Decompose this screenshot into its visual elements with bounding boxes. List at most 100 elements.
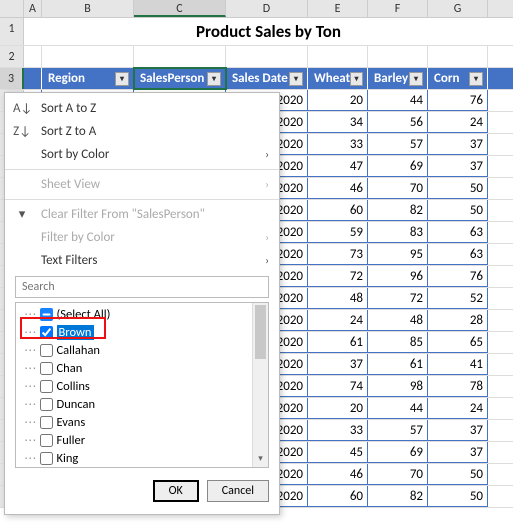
cell-barley[interactable]: 48 — [368, 310, 428, 331]
cell-wheat[interactable]: 47 — [308, 156, 368, 177]
cell-barley[interactable]: 96 — [368, 266, 428, 287]
filter-item[interactable]: ⋯Brown — [22, 323, 246, 341]
cell-corn[interactable]: 24 — [428, 398, 488, 419]
cell-barley[interactable]: 98 — [368, 376, 428, 397]
filter-dropdown-corn[interactable]: ▾ — [469, 72, 483, 86]
cell-corn[interactable]: 63 — [428, 222, 488, 243]
cell-barley[interactable]: 69 — [368, 156, 428, 177]
filter-checkbox[interactable] — [40, 380, 53, 393]
sort-za[interactable]: Z↓Sort Z to A — [5, 120, 279, 143]
filter-checkbox[interactable] — [40, 452, 53, 465]
cell-barley[interactable]: 69 — [368, 442, 428, 463]
cell-wheat[interactable]: 46 — [308, 464, 368, 485]
cell-corn[interactable]: 50 — [428, 200, 488, 221]
cell-wheat[interactable]: 59 — [308, 222, 368, 243]
header-salesperson[interactable]: SalesPerson▾ — [134, 68, 226, 89]
header-barley[interactable]: Barley▾ — [368, 68, 428, 89]
filter-checkbox[interactable] — [40, 344, 53, 357]
filter-search-input[interactable] — [15, 276, 269, 298]
checklist-scrollbar[interactable]: ▴ ▾ — [252, 303, 268, 467]
filter-item[interactable]: ⋯Fuller — [22, 431, 246, 449]
sort-by-color[interactable]: Sort by Color› — [5, 143, 279, 166]
cell-corn[interactable]: 41 — [428, 354, 488, 375]
cell-corn[interactable]: 50 — [428, 464, 488, 485]
cell-barley[interactable]: 70 — [368, 178, 428, 199]
filter-dropdown-barley[interactable]: ▾ — [409, 72, 423, 86]
header-wheat[interactable]: Wheat▾ — [308, 68, 368, 89]
cell-wheat[interactable]: 74 — [308, 376, 368, 397]
filter-item[interactable]: ⋯Callahan — [22, 341, 246, 359]
cancel-button[interactable]: Cancel — [207, 480, 269, 502]
col-header-A[interactable]: A — [24, 0, 42, 17]
filter-checkbox[interactable] — [40, 308, 53, 321]
cell-wheat[interactable]: 73 — [308, 244, 368, 265]
cell-corn[interactable]: 24 — [428, 112, 488, 133]
cell-barley[interactable]: 95 — [368, 244, 428, 265]
cell-corn[interactable]: 37 — [428, 442, 488, 463]
text-filters[interactable]: Text Filters› — [5, 249, 279, 272]
cell-wheat[interactable]: 33 — [308, 134, 368, 155]
filter-item[interactable]: ⋯(Select All) — [22, 305, 246, 323]
cell-corn[interactable]: 50 — [428, 486, 488, 507]
scroll-down-icon[interactable]: ▾ — [253, 453, 268, 467]
cell-wheat[interactable]: 34 — [308, 112, 368, 133]
row-header-1[interactable]: 1 — [0, 18, 24, 45]
cell-wheat[interactable]: 48 — [308, 288, 368, 309]
cell-corn[interactable]: 76 — [428, 90, 488, 111]
cell-wheat[interactable]: 60 — [308, 486, 368, 507]
sort-az[interactable]: A↓Sort A to Z — [5, 97, 279, 120]
cell-corn[interactable]: 37 — [428, 420, 488, 441]
filter-item[interactable]: ⋯Collins — [22, 377, 246, 395]
cell-barley[interactable]: 82 — [368, 486, 428, 507]
cell-wheat[interactable]: 37 — [308, 354, 368, 375]
cell-wheat[interactable]: 45 — [308, 442, 368, 463]
row-header-2[interactable]: 2 — [0, 46, 24, 67]
cell-wheat[interactable]: 20 — [308, 90, 368, 111]
cell-wheat[interactable]: 20 — [308, 398, 368, 419]
ok-button[interactable]: OK — [153, 480, 199, 502]
cell-barley[interactable]: 44 — [368, 90, 428, 111]
filter-item[interactable]: ⋯Chan — [22, 359, 246, 377]
select-all-corner[interactable] — [0, 0, 24, 17]
col-header-E[interactable]: E — [308, 0, 368, 17]
cell-corn[interactable]: 76 — [428, 266, 488, 287]
cell-barley[interactable]: 72 — [368, 288, 428, 309]
cell-corn[interactable]: 63 — [428, 244, 488, 265]
filter-item[interactable]: ⋯Evans — [22, 413, 246, 431]
cell-barley[interactable]: 83 — [368, 222, 428, 243]
col-header-C[interactable]: C — [134, 0, 226, 17]
filter-checkbox[interactable] — [40, 398, 53, 411]
cell-wheat[interactable]: 60 — [308, 200, 368, 221]
cell-wheat[interactable]: 33 — [308, 420, 368, 441]
filter-dropdown-salesdate[interactable]: ▾ — [289, 72, 303, 86]
header-salesdate[interactable]: Sales Date▾ — [226, 68, 308, 89]
header-corn[interactable]: Corn▾ — [428, 68, 488, 89]
cell-wheat[interactable]: 72 — [308, 266, 368, 287]
filter-checkbox[interactable] — [40, 416, 53, 429]
filter-checkbox[interactable] — [40, 434, 53, 447]
cell-corn[interactable]: 37 — [428, 156, 488, 177]
cell-barley[interactable]: 57 — [368, 134, 428, 155]
filter-item[interactable]: ⋯Duncan — [22, 395, 246, 413]
cell-corn[interactable]: 65 — [428, 332, 488, 353]
cell-corn[interactable]: 78 — [428, 376, 488, 397]
col-header-F[interactable]: F — [368, 0, 428, 17]
filter-item[interactable]: ⋯King — [22, 449, 246, 467]
cell-barley[interactable]: 61 — [368, 354, 428, 375]
cell-wheat[interactable]: 24 — [308, 310, 368, 331]
cell-barley[interactable]: 85 — [368, 332, 428, 353]
row-header-3[interactable]: 3 — [0, 68, 24, 89]
filter-dropdown-wheat[interactable]: ▾ — [350, 72, 363, 86]
cell-corn[interactable]: 50 — [428, 178, 488, 199]
cell-barley[interactable]: 56 — [368, 112, 428, 133]
filter-checkbox[interactable] — [40, 362, 53, 375]
cell-barley[interactable]: 44 — [368, 398, 428, 419]
col-header-D[interactable]: D — [226, 0, 308, 17]
filter-checkbox[interactable] — [40, 326, 53, 339]
filter-dropdown-salesperson[interactable]: ▾ — [207, 72, 221, 86]
cell-wheat[interactable]: 61 — [308, 332, 368, 353]
cell-wheat[interactable]: 46 — [308, 178, 368, 199]
cell-corn[interactable]: 28 — [428, 310, 488, 331]
scroll-thumb[interactable] — [255, 305, 266, 359]
cell-corn[interactable]: 37 — [428, 134, 488, 155]
